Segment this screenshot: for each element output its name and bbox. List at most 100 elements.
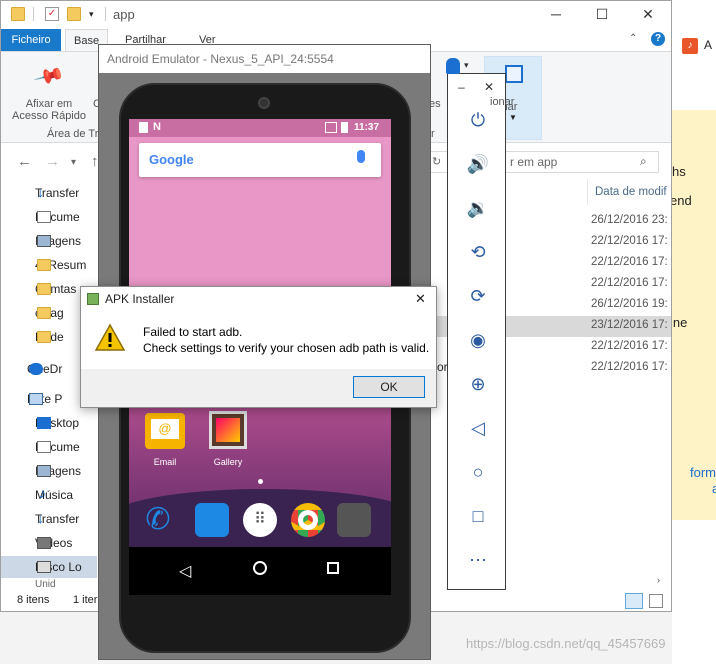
app-icon: ♪ (682, 38, 698, 54)
date-cell: 26/12/2016 19: (591, 298, 668, 310)
onedrive-icon (29, 363, 43, 375)
new-folder-icon[interactable] (67, 7, 81, 21)
dialog-body: Failed to start adb. Check settings to v… (81, 311, 436, 369)
background-text-ine: ine (670, 315, 688, 330)
dialog-message-line2: Check settings to verify your chosen adb… (143, 341, 430, 355)
overview-icon[interactable]: □ (464, 502, 492, 530)
sd-card-icon (139, 122, 148, 133)
pin-icon[interactable]: 📌 (32, 59, 66, 93)
search-icon[interactable]: ⌕ (640, 154, 647, 169)
app-label-gallery[interactable]: Gallery (206, 457, 250, 467)
search-input[interactable]: r em app (510, 155, 557, 169)
signal-icon (325, 122, 337, 133)
google-search-bar[interactable]: Google (139, 143, 381, 177)
properties-icon[interactable]: ✓ (45, 7, 59, 21)
drive-icon (37, 561, 51, 573)
tab-ficheiro[interactable]: Ficheiro (1, 29, 61, 51)
date-cell: 22/12/2016 17: (591, 235, 668, 247)
page-indicator (258, 479, 263, 484)
rotate-left-icon[interactable]: ⟲ (464, 238, 492, 266)
home-icon[interactable]: ○ (464, 458, 492, 486)
ribbon-partial-r: r (431, 128, 435, 140)
pin-label-2[interactable]: Acesso Rápido (5, 110, 93, 122)
home-icon[interactable] (253, 561, 267, 575)
background-link-form[interactable]: form (690, 465, 716, 480)
dialog-titlebar: APK Installer ✕ (81, 287, 436, 311)
back-arrow-icon[interactable]: ← (17, 153, 32, 170)
minimize-icon[interactable]: – (458, 80, 465, 94)
volume-up-icon[interactable]: 🔊 (464, 150, 492, 178)
dialog-message-line1: Failed to start adb. (143, 325, 243, 339)
camera-app-icon[interactable] (337, 503, 371, 537)
power-icon[interactable]: ⏻ (464, 106, 492, 134)
email-app-icon[interactable]: @ (145, 413, 185, 449)
large-icons-view-icon[interactable] (649, 594, 663, 608)
watermark: https://blog.csdn.net/qq_45457669 (466, 636, 666, 651)
chevron-down-icon: ▼ (509, 113, 517, 122)
forward-arrow-icon[interactable]: → (45, 153, 60, 170)
quick-access-dropdown-icon[interactable]: ▾ (89, 9, 94, 20)
music-icon: ♪ (39, 485, 46, 501)
column-header-date[interactable]: Data de modif (595, 186, 675, 198)
recent-dropdown-icon[interactable]: ▾ (71, 157, 76, 168)
back-icon[interactable]: ◁ (179, 561, 191, 581)
warning-icon (95, 323, 125, 351)
download-arrow-icon: ↓ (37, 184, 44, 200)
messages-app-icon[interactable] (195, 503, 229, 537)
emulator-toolbar: – ✕ ⏻ 🔊 🔉 ⟲ ⟳ ◉ ⊕ ◁ ○ □ ⋯ (447, 73, 506, 590)
volume-down-icon[interactable]: 🔉 (464, 194, 492, 222)
column-separator (587, 179, 588, 205)
pictures-icon (37, 465, 51, 477)
background-text-hs: hs (672, 164, 686, 179)
google-logo: Google (149, 152, 194, 167)
phone-nav-bar: ◁ (129, 547, 391, 595)
help-icon[interactable]: ? (651, 32, 665, 46)
app-label-email[interactable]: Email (143, 457, 187, 467)
partial-text-or: or (437, 360, 448, 374)
ok-button[interactable]: OK (353, 376, 425, 398)
window-title: app (113, 7, 135, 22)
background-link-a[interactable]: a (712, 481, 716, 496)
scroll-right-icon[interactable]: › (657, 575, 660, 585)
videos-icon (37, 537, 51, 549)
date-cell: 22/12/2016 17: (591, 361, 668, 373)
date-cell: 22/12/2016 17: (591, 340, 668, 352)
background-label-a: A (704, 38, 713, 52)
gallery-image-icon (216, 418, 240, 442)
back-icon[interactable]: ◁ (464, 414, 492, 442)
documents-icon (37, 441, 51, 453)
download-arrow-icon: ↓ (37, 510, 44, 526)
folder-icon (11, 7, 25, 21)
close-icon[interactable]: ✕ (484, 80, 494, 94)
gallery-app-icon[interactable] (209, 411, 247, 449)
date-cell: 23/12/2016 17: (591, 319, 668, 331)
maximize-button[interactable]: ☐ (592, 5, 612, 23)
chevron-down-icon[interactable]: ▾ (464, 60, 469, 71)
screenshot-icon[interactable]: ◉ (464, 326, 492, 354)
ribbon-collapse-icon[interactable]: ⌃ (629, 33, 637, 44)
close-button[interactable]: ✕ (638, 5, 658, 23)
rotate-right-icon[interactable]: ⟳ (464, 282, 492, 310)
microphone-icon[interactable] (357, 150, 365, 163)
more-icon[interactable]: ⋯ (464, 546, 492, 574)
refresh-icon[interactable]: ↻ (432, 155, 441, 168)
app-drawer-icon[interactable]: ⠿ (243, 503, 277, 537)
pictures-icon (37, 235, 51, 247)
overview-icon[interactable] (327, 562, 339, 574)
chrome-app-icon[interactable] (291, 503, 325, 537)
battery-icon (341, 122, 348, 133)
pin-label-1[interactable]: Afixar em (9, 98, 89, 110)
emulator-title: Android Emulator - Nexus_5_API_24:5554 (99, 45, 430, 73)
tree-item[interactable]: Unid (35, 579, 97, 591)
camera-icon (258, 97, 270, 109)
details-view-icon[interactable] (625, 593, 643, 609)
minimize-button[interactable]: ─ (546, 5, 566, 23)
item-count: 8 itens (17, 594, 50, 606)
folder-icon (37, 331, 51, 343)
date-cell: 22/12/2016 17: (591, 277, 668, 289)
phone-app-icon[interactable]: ✆ (141, 503, 175, 537)
dialog-title: APK Installer (105, 292, 175, 306)
zoom-icon[interactable]: ⊕ (464, 370, 492, 398)
ribbon-select-label-overlay[interactable]: ionar (490, 96, 514, 108)
dialog-close-icon[interactable]: ✕ (415, 287, 426, 311)
